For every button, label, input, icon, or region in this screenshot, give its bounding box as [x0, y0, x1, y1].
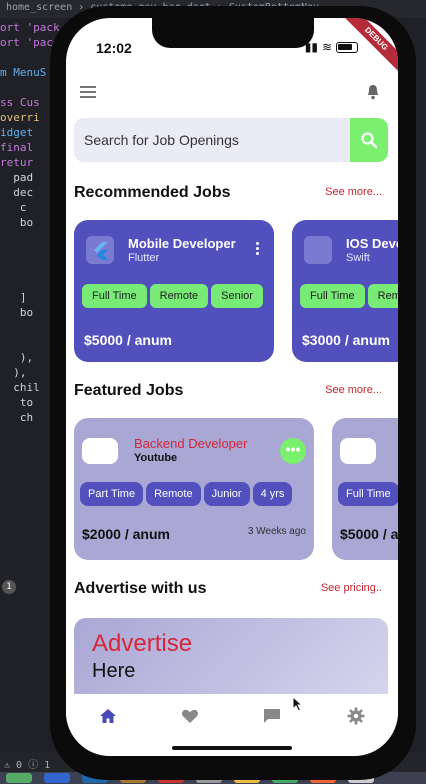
- status-time: 12:02: [96, 40, 132, 56]
- job-tag[interactable]: Full Time: [300, 284, 365, 308]
- job-tags: Full Time Remote: [300, 284, 398, 308]
- app-screen: 12:02 ▮▮ ≋ DEBUG Recommended Jobs See mo…: [66, 18, 398, 756]
- featured-job-company: Youtube: [134, 452, 178, 464]
- flutter-logo-icon: [86, 236, 114, 264]
- featured-title: Featured Jobs: [74, 382, 184, 399]
- phone-notch: [152, 18, 314, 48]
- mouse-cursor-icon: [292, 696, 304, 712]
- status-text[interactable]: ⚠ 0 ⓘ 1: [4, 760, 50, 771]
- job-tag[interactable]: Remote: [367, 284, 398, 308]
- job-tag[interactable]: Remote: [146, 482, 201, 506]
- advertise-banner-line2: Here: [92, 660, 136, 682]
- company-logo: [340, 438, 376, 464]
- company-logo: [82, 438, 118, 464]
- search-icon: [361, 132, 378, 149]
- advertise-banner-line1: Advertise: [92, 630, 193, 657]
- job-tag[interactable]: Remote: [149, 284, 209, 308]
- settings-icon[interactable]: [346, 706, 366, 726]
- recommended-title: Recommended Jobs: [74, 184, 231, 201]
- heart-icon[interactable]: [180, 706, 200, 726]
- advertise-title: Advertise with us: [74, 580, 207, 597]
- more-vert-icon[interactable]: [256, 242, 260, 257]
- job-salary: $3000 / anum: [302, 332, 390, 348]
- wifi-icon: ≋: [321, 40, 332, 54]
- job-card[interactable]: Mobile Developer Flutter Full Time Remot…: [74, 220, 274, 362]
- home-icon[interactable]: [98, 706, 118, 726]
- chat-icon[interactable]: [262, 706, 282, 726]
- editor-tab[interactable]: home_screen: [6, 2, 72, 13]
- posted-time: 3 Weeks ago: [247, 526, 306, 537]
- featured-see-more-link[interactable]: See more...: [325, 384, 382, 396]
- see-pricing-link[interactable]: See pricing..: [321, 582, 382, 594]
- job-tags: Full Time Remote Senior: [82, 284, 263, 308]
- bell-icon[interactable]: [366, 84, 380, 100]
- recommended-see-more-link[interactable]: See more...: [325, 186, 382, 198]
- job-tag[interactable]: Senior: [211, 284, 263, 308]
- battery-icon: [336, 41, 358, 53]
- home-indicator[interactable]: [172, 746, 292, 750]
- job-subtitle: Swift: [346, 252, 370, 264]
- job-tag[interactable]: 4 yrs: [252, 482, 293, 506]
- menu-icon[interactable]: [80, 86, 96, 101]
- job-title: Mobile Developer: [128, 236, 236, 251]
- job-tag[interactable]: Full Time: [82, 284, 147, 308]
- featured-job-tags: Full Time: [338, 482, 398, 506]
- job-salary: $5000 / anum: [84, 332, 172, 348]
- job-tag[interactable]: Junior: [203, 482, 250, 506]
- featured-job-title: Backend Developer: [134, 436, 248, 451]
- company-logo-icon: [304, 236, 332, 264]
- featured-job-card[interactable]: Backend Developer Youtube ••• Part Time …: [74, 418, 314, 560]
- job-title: IOS Developer: [346, 236, 398, 251]
- phone-simulator: 12:02 ▮▮ ≋ DEBUG Recommended Jobs See mo…: [50, 6, 416, 780]
- search-bar: [74, 118, 388, 162]
- job-card[interactable]: IOS Developer Swift Full Time Remote $30…: [292, 220, 398, 362]
- problems-count-badge[interactable]: 1: [2, 580, 16, 594]
- search-button[interactable]: [350, 118, 388, 162]
- featured-job-tags: Part Time Remote Junior 4 yrs: [80, 482, 293, 506]
- job-subtitle: Flutter: [128, 252, 160, 264]
- search-input[interactable]: [74, 118, 352, 162]
- featured-job-card[interactable]: Full Time $5000 / anum: [332, 418, 398, 560]
- job-tag[interactable]: Part Time: [80, 482, 144, 506]
- job-tag[interactable]: Full Time: [338, 482, 398, 506]
- status-icons: ▮▮ ≋: [305, 40, 358, 54]
- featured-job-salary: $2000 / anum: [82, 526, 170, 542]
- featured-job-salary: $5000 / anum: [340, 526, 398, 542]
- more-horiz-icon[interactable]: •••: [280, 438, 306, 464]
